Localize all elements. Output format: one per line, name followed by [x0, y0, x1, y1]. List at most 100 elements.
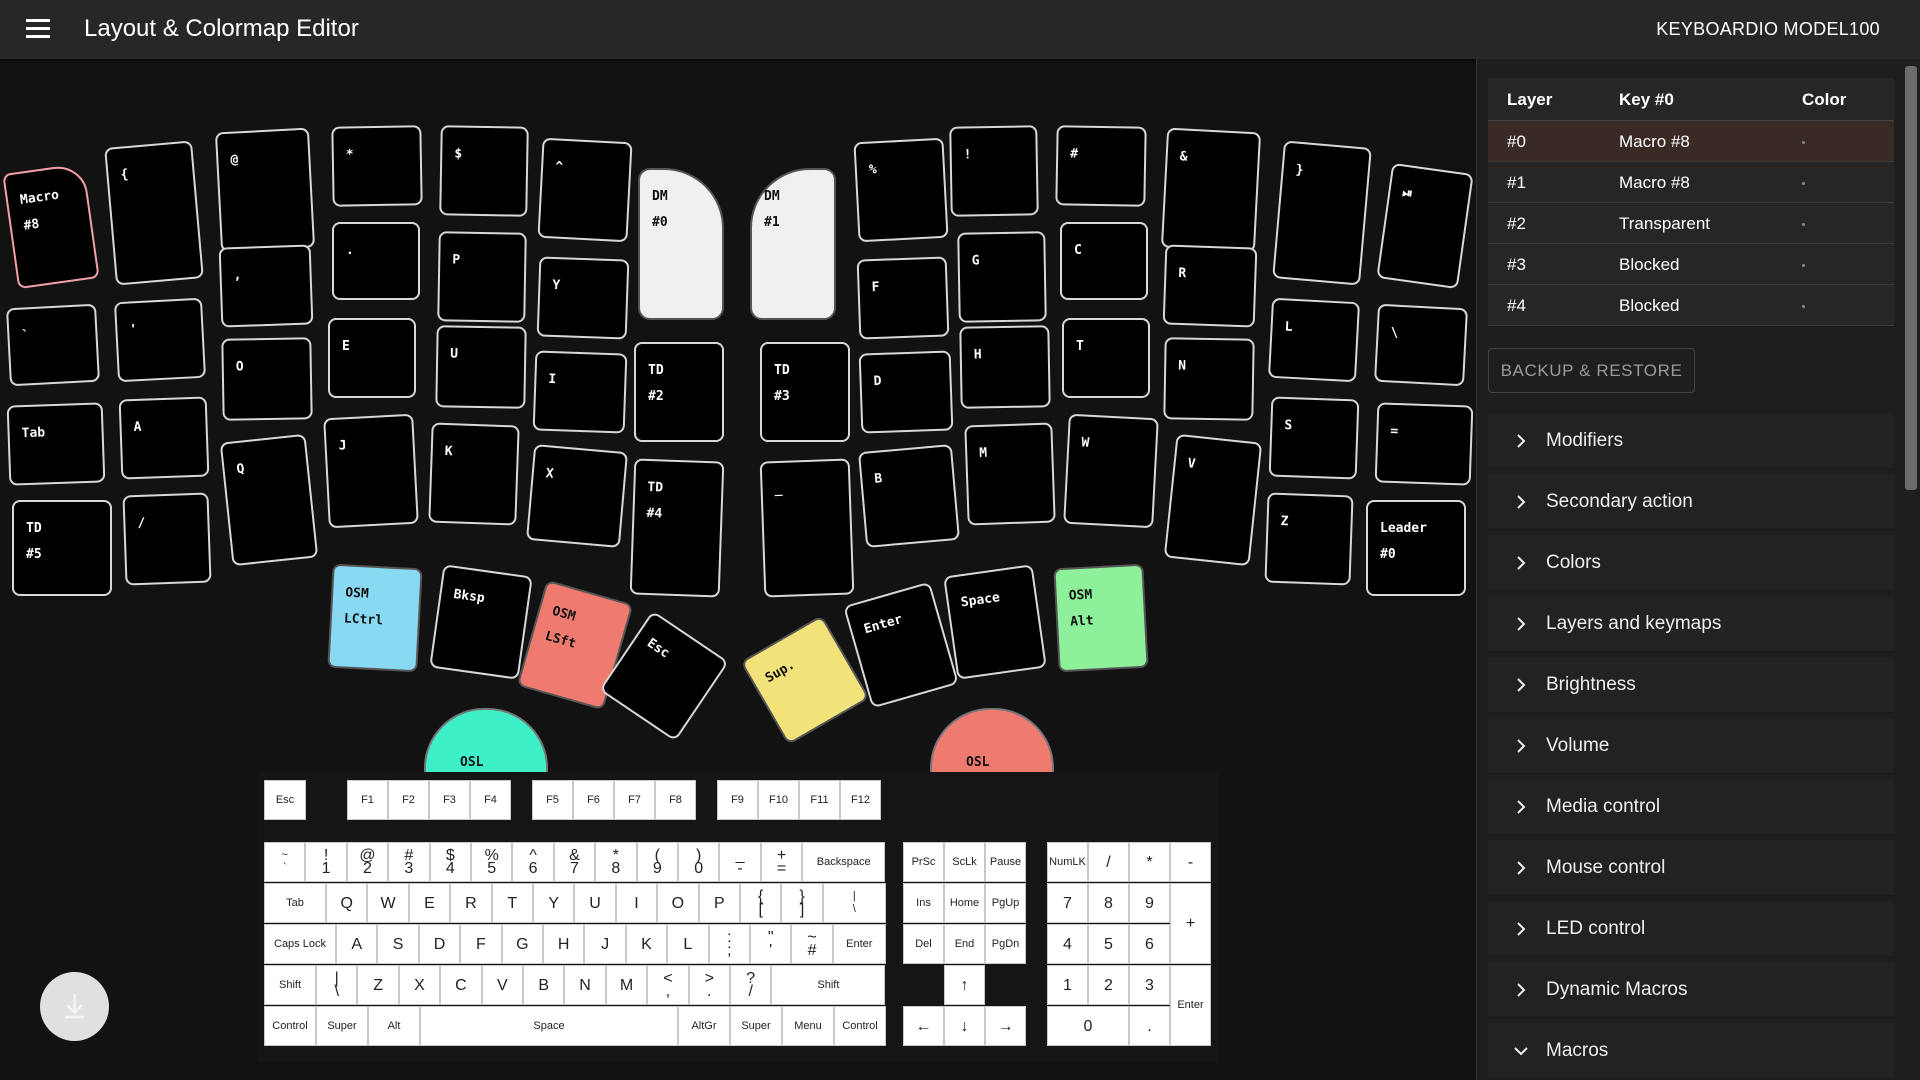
layout-key[interactable]: C	[1060, 222, 1148, 300]
layout-key[interactable]: .	[332, 222, 420, 300]
layout-key[interactable]: TD #2	[634, 342, 724, 442]
picker-key[interactable]: @ 2	[346, 842, 389, 882]
picker-key[interactable]: K	[625, 924, 668, 964]
layout-key[interactable]: G	[957, 231, 1047, 323]
layout-key[interactable]: {	[104, 140, 204, 286]
scrollbar-thumb[interactable]	[1905, 66, 1917, 490]
picker-key[interactable]: > .	[688, 965, 730, 1005]
download-button[interactable]	[40, 972, 109, 1041]
table-row[interactable]: #1 Macro #8	[1488, 162, 1894, 203]
picker-key[interactable]: ~ `	[264, 842, 306, 882]
layout-key[interactable]: R	[1162, 244, 1258, 328]
picker-key[interactable]: 8	[1088, 883, 1129, 923]
picker-key[interactable]: ) 0	[678, 842, 720, 882]
layout-key[interactable]: OSM Alt	[1053, 563, 1149, 673]
picker-key[interactable]: Home	[944, 883, 985, 923]
picker-key[interactable]: B	[523, 965, 565, 1005]
picker-key[interactable]: ~ #	[791, 924, 833, 964]
layout-key[interactable]: A	[118, 396, 210, 480]
picker-key[interactable]: < ,	[647, 965, 689, 1005]
picker-key[interactable]: F8	[655, 780, 696, 820]
picker-key[interactable]: PgUp	[985, 883, 1026, 923]
section-media-control[interactable]: Media control	[1488, 779, 1894, 835]
picker-key[interactable]: 1	[1047, 965, 1088, 1005]
picker-key[interactable]: Super	[316, 1006, 368, 1046]
layout-key[interactable]: !	[949, 125, 1039, 217]
picker-key[interactable]: Q	[326, 883, 368, 923]
layout-key[interactable]: K	[428, 422, 520, 526]
picker-key[interactable]: I	[615, 883, 658, 923]
picker-key[interactable]: →	[985, 1006, 1026, 1046]
picker-key[interactable]: M	[605, 965, 648, 1005]
layout-key[interactable]: OSM LCtrl	[327, 563, 423, 673]
picker-key[interactable]: End	[944, 924, 985, 964]
layout-key[interactable]: Q	[219, 433, 319, 567]
section-brightness[interactable]: Brightness	[1488, 657, 1894, 713]
picker-key[interactable]: 0	[1047, 1006, 1129, 1046]
picker-key[interactable]: F4	[470, 780, 511, 820]
picker-key[interactable]: N	[564, 965, 606, 1005]
picker-key[interactable]: -	[1170, 842, 1211, 882]
picker-key[interactable]: ←	[903, 1006, 944, 1046]
layout-key[interactable]: Leader #0	[1366, 500, 1466, 596]
picker-key[interactable]: * 8	[595, 842, 637, 882]
picker-key[interactable]: Y	[533, 883, 575, 923]
picker-key[interactable]: F3	[429, 780, 470, 820]
picker-key[interactable]: C	[440, 965, 482, 1005]
picker-key[interactable]: Control	[834, 1006, 886, 1046]
backup-restore-button[interactable]: BACKUP & RESTORE	[1488, 348, 1695, 393]
picker-key[interactable]: Shift	[771, 965, 886, 1005]
layout-key[interactable]: D	[858, 350, 954, 434]
layout-key[interactable]: *	[331, 125, 423, 207]
picker-key[interactable]: Ins	[903, 883, 944, 923]
layout-key[interactable]: Bksp	[429, 564, 533, 680]
picker-key[interactable]: F5	[532, 780, 573, 820]
picker-key[interactable]: NumLK	[1047, 842, 1088, 882]
picker-key[interactable]: W	[367, 883, 409, 923]
picker-key[interactable]: F7	[614, 780, 655, 820]
layout-key[interactable]: %	[853, 137, 949, 243]
picker-key[interactable]: " '	[750, 924, 792, 964]
picker-key[interactable]: .	[1129, 1006, 1170, 1046]
layout-key[interactable]: Macro #8	[2, 162, 100, 290]
picker-key[interactable]: & 7	[553, 842, 596, 882]
layout-key[interactable]: \	[1374, 303, 1468, 387]
picker-key[interactable]: Del	[903, 924, 944, 964]
layout-key[interactable]: TD #4	[629, 458, 725, 598]
picker-key[interactable]: ↑	[944, 965, 985, 1005]
table-row[interactable]: #0 Macro #8	[1488, 121, 1894, 162]
picker-key[interactable]: L	[667, 924, 709, 964]
layout-key[interactable]: /	[122, 492, 212, 586]
picker-key[interactable]: T	[491, 883, 533, 923]
section-secondary-action[interactable]: Secondary action	[1488, 474, 1894, 530]
picker-key[interactable]: Enter	[832, 924, 886, 964]
picker-key[interactable]: AltGr	[678, 1006, 730, 1046]
picker-key[interactable]: } ]	[781, 883, 823, 923]
picker-key[interactable]: 5	[1088, 924, 1129, 964]
picker-key[interactable]: Alt	[368, 1006, 420, 1046]
layout-key[interactable]: T	[1062, 318, 1150, 398]
picker-key[interactable]: A	[336, 924, 378, 964]
layout-key[interactable]: =	[1374, 402, 1474, 486]
picker-key[interactable]: 6	[1129, 924, 1170, 964]
layout-key[interactable]: F	[856, 256, 950, 340]
picker-key[interactable]: _ -	[719, 842, 761, 882]
picker-key[interactable]: F12	[840, 780, 881, 820]
layout-key[interactable]: W	[1063, 413, 1159, 529]
table-row[interactable]: #4 Blocked	[1488, 285, 1894, 326]
layout-key[interactable]: DM #1	[750, 168, 836, 320]
picker-key[interactable]: # 3	[388, 842, 430, 882]
layout-key[interactable]: O	[221, 337, 313, 421]
picker-key[interactable]: % 5	[471, 842, 513, 882]
layout-key[interactable]: V	[1163, 433, 1263, 567]
picker-key[interactable]: Esc	[264, 780, 306, 820]
picker-key[interactable]: 9	[1129, 883, 1170, 923]
picker-key[interactable]: Shift	[264, 965, 316, 1005]
picker-key[interactable]: S	[377, 924, 419, 964]
layout-key[interactable]: TD #3	[760, 342, 850, 442]
picker-key[interactable]: PgDn	[985, 924, 1026, 964]
layout-key[interactable]: ⏯	[1376, 162, 1474, 290]
layout-key[interactable]: `	[6, 303, 100, 387]
table-row[interactable]: #3 Blocked	[1488, 244, 1894, 285]
layout-key[interactable]: M	[964, 422, 1056, 526]
